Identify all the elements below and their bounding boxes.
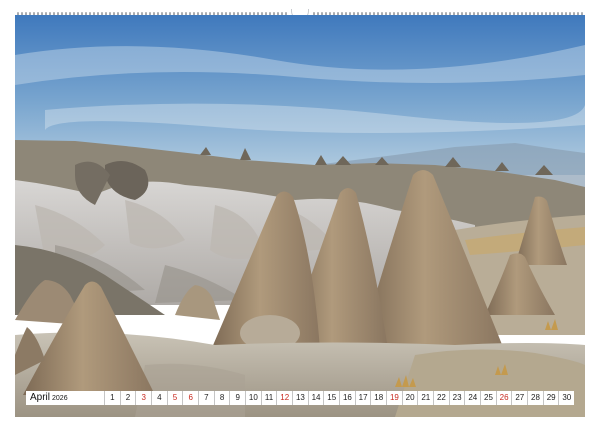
fairy-chimneys-illustration [15,15,585,417]
day-cell: 18 [370,391,386,405]
day-cell: 24 [464,391,480,405]
day-cell: 28 [527,391,543,405]
day-cell: 15 [323,391,339,405]
day-cell: 9 [229,391,245,405]
month-label: April 2026 [26,391,104,405]
day-cell: 11 [260,391,277,405]
day-cell: 19 [386,391,402,405]
day-cell: 14 [307,391,324,405]
day-cell: 23 [448,391,465,405]
day-cell: 29 [542,391,559,405]
day-cell: 8 [213,391,230,405]
day-cell: 10 [245,391,261,405]
day-cell: 17 [354,391,371,405]
day-cell: 6 [182,391,198,405]
calendar-strip: April 2026 1 2 3 4 5 6 7 8 9 10 11 12 13 14 15 16 17 18 19 2… [26,391,574,405]
month-name: April [30,392,51,403]
day-cell: 25 [480,391,496,405]
day-cell: 5 [166,391,183,405]
day-cell: 2 [119,391,136,405]
day-cell: 7 [198,391,214,405]
year-label: 2026 [52,395,68,402]
days-row: 1 2 3 4 5 6 7 8 9 10 11 12 13 14 15 16 17 18 19 20 21 22 23 24 2… [104,391,574,405]
day-cell: 13 [292,391,308,405]
day-cell: 22 [433,391,449,405]
day-cell: 1 [104,391,120,405]
day-cell: 30 [558,391,574,405]
day-cell: 20 [401,391,418,405]
day-cell: 4 [151,391,167,405]
day-cell: 3 [135,391,151,405]
day-cell: 21 [417,391,433,405]
landscape-photo [15,15,585,417]
day-cell: 27 [511,391,527,405]
day-cell: 16 [339,391,355,405]
day-cell: 26 [495,391,512,405]
day-cell: 12 [276,391,292,405]
